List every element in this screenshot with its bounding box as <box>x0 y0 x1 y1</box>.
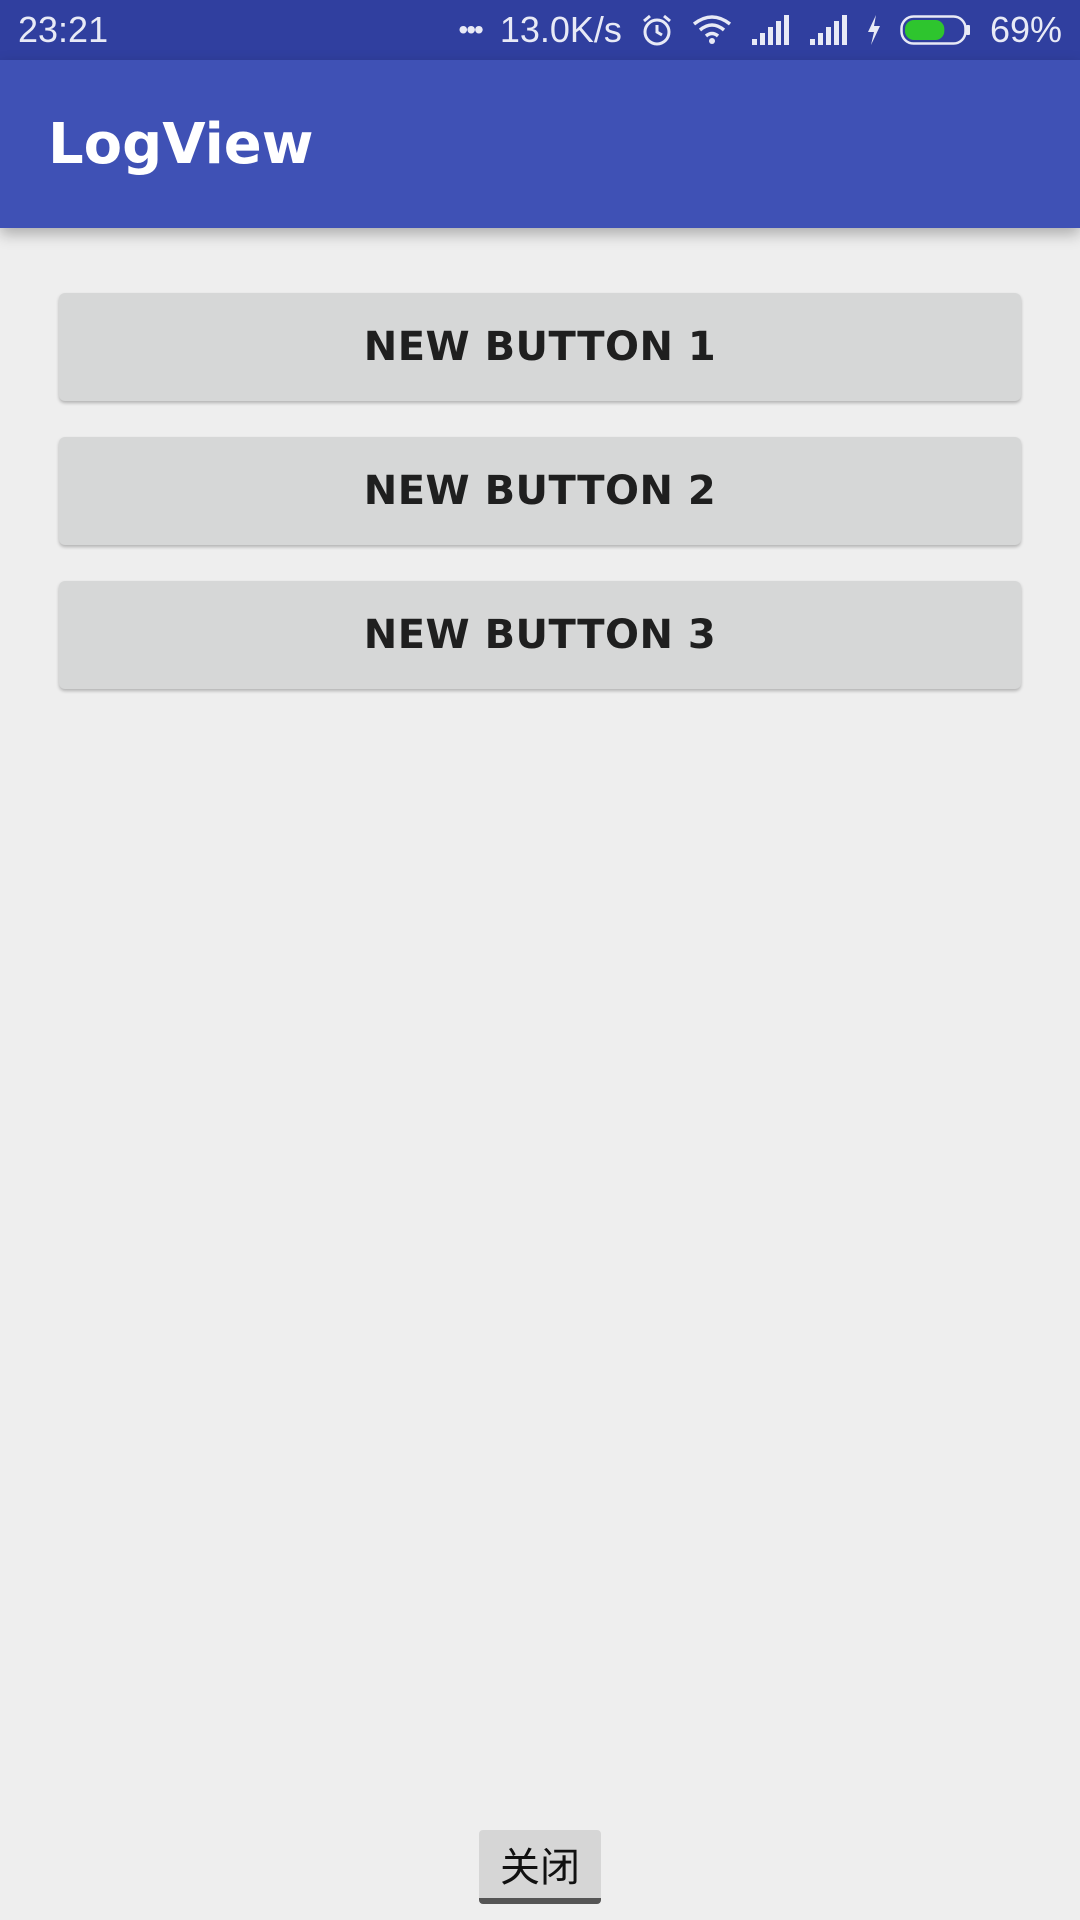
wifi-icon <box>692 14 732 46</box>
signal-icon <box>750 15 790 45</box>
battery-icon <box>900 15 972 45</box>
status-bar: 23:21 ••• 13.0K/s 69% <box>0 0 1080 60</box>
main-content: NEW BUTTON 1 NEW BUTTON 2 NEW BUTTON 3 <box>0 228 1080 1920</box>
alarm-icon <box>640 13 674 47</box>
app-bar: LogView <box>0 60 1080 228</box>
charging-icon <box>866 15 882 45</box>
network-speed: 13.0K/s <box>499 9 622 50</box>
new-button-1[interactable]: NEW BUTTON 1 <box>59 293 1021 401</box>
new-button-2[interactable]: NEW BUTTON 2 <box>59 437 1021 545</box>
more-notifications-icon: ••• <box>458 14 483 45</box>
signal-icon <box>808 15 848 45</box>
battery-percent: 69% <box>989 9 1062 50</box>
new-button-3[interactable]: NEW BUTTON 3 <box>59 581 1021 689</box>
battery-level-fill <box>904 20 945 40</box>
page-title: LogView <box>48 111 314 177</box>
close-button[interactable]: 关闭 <box>479 1830 601 1904</box>
status-time: 23:21 <box>18 9 109 50</box>
status-icons: ••• 13.0K/s 69% <box>458 9 1062 51</box>
